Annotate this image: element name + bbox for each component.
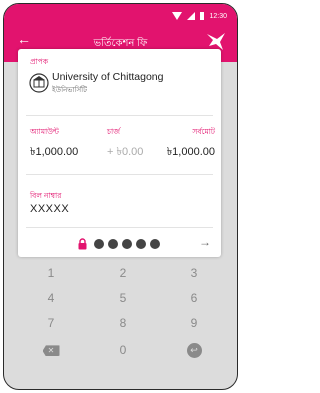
pin-dot xyxy=(150,239,160,249)
bill-number-label: বিল নাম্বার xyxy=(30,191,62,200)
status-time: 12:30 xyxy=(209,12,227,20)
pin-input[interactable]: → xyxy=(18,233,221,257)
pin-dot xyxy=(122,239,132,249)
pin-dot xyxy=(94,239,104,249)
status-bar: 12:30 xyxy=(172,10,227,22)
pin-dots xyxy=(94,239,160,249)
wifi-icon xyxy=(172,12,183,20)
proceed-arrow-icon[interactable]: → xyxy=(199,235,211,249)
lock-icon xyxy=(78,238,87,250)
key-4[interactable]: 4 xyxy=(21,287,81,309)
key-0[interactable]: 0 xyxy=(93,339,153,361)
pin-dot xyxy=(136,239,146,249)
amount-field: অ্যামাউন্ট ৳1,000.00 xyxy=(30,127,78,162)
key-3[interactable]: 3 xyxy=(164,262,224,284)
charge-label: চার্জ xyxy=(107,127,120,136)
amount-label: অ্যামাউন্ট xyxy=(30,127,59,136)
university-logo-icon xyxy=(29,73,49,93)
total-value: ৳1,000.00 xyxy=(166,146,215,158)
enter-icon: ↩ xyxy=(186,343,202,359)
divider xyxy=(26,174,213,175)
charge-value: + ৳0.00 xyxy=(107,146,144,158)
recipient-label: প্রাপক xyxy=(30,57,49,66)
phone-frame: 12:30 ← ভর্তিকেশন ফি প্রাপক University o… xyxy=(3,3,238,390)
bill-number-value: XXXXX xyxy=(30,203,70,215)
battery-icon xyxy=(200,12,205,20)
signal-icon xyxy=(187,12,196,20)
key-6[interactable]: 6 xyxy=(164,287,224,309)
charge-field: চার্জ + ৳0.00 xyxy=(107,127,143,162)
delete-key[interactable]: ✕ xyxy=(21,339,81,361)
divider xyxy=(26,115,213,116)
key-7[interactable]: 7 xyxy=(21,312,81,334)
recipient-name: University of Chittagong xyxy=(52,71,164,83)
amount-value: ৳1,000.00 xyxy=(30,146,79,158)
total-label: সর্বমোট xyxy=(192,127,215,136)
key-5[interactable]: 5 xyxy=(93,287,153,309)
key-1[interactable]: 1 xyxy=(21,262,81,284)
key-9[interactable]: 9 xyxy=(164,312,224,334)
total-field: সর্বমোট ৳1,000.00 xyxy=(167,127,215,162)
pin-dot xyxy=(108,239,118,249)
key-8[interactable]: 8 xyxy=(93,312,153,334)
divider xyxy=(26,227,213,228)
key-2[interactable]: 2 xyxy=(93,262,153,284)
recipient-subtitle: ইউনিভার্সিটি xyxy=(52,87,87,94)
backspace-icon: ✕ xyxy=(42,345,60,357)
payment-card: প্রাপক University of Chittagong ইউনিভার্… xyxy=(18,49,221,257)
numeric-keypad: 1 2 3 4 5 6 7 8 9 ✕ 0 ↩ xyxy=(4,262,237,387)
enter-key[interactable]: ↩ xyxy=(164,339,224,361)
